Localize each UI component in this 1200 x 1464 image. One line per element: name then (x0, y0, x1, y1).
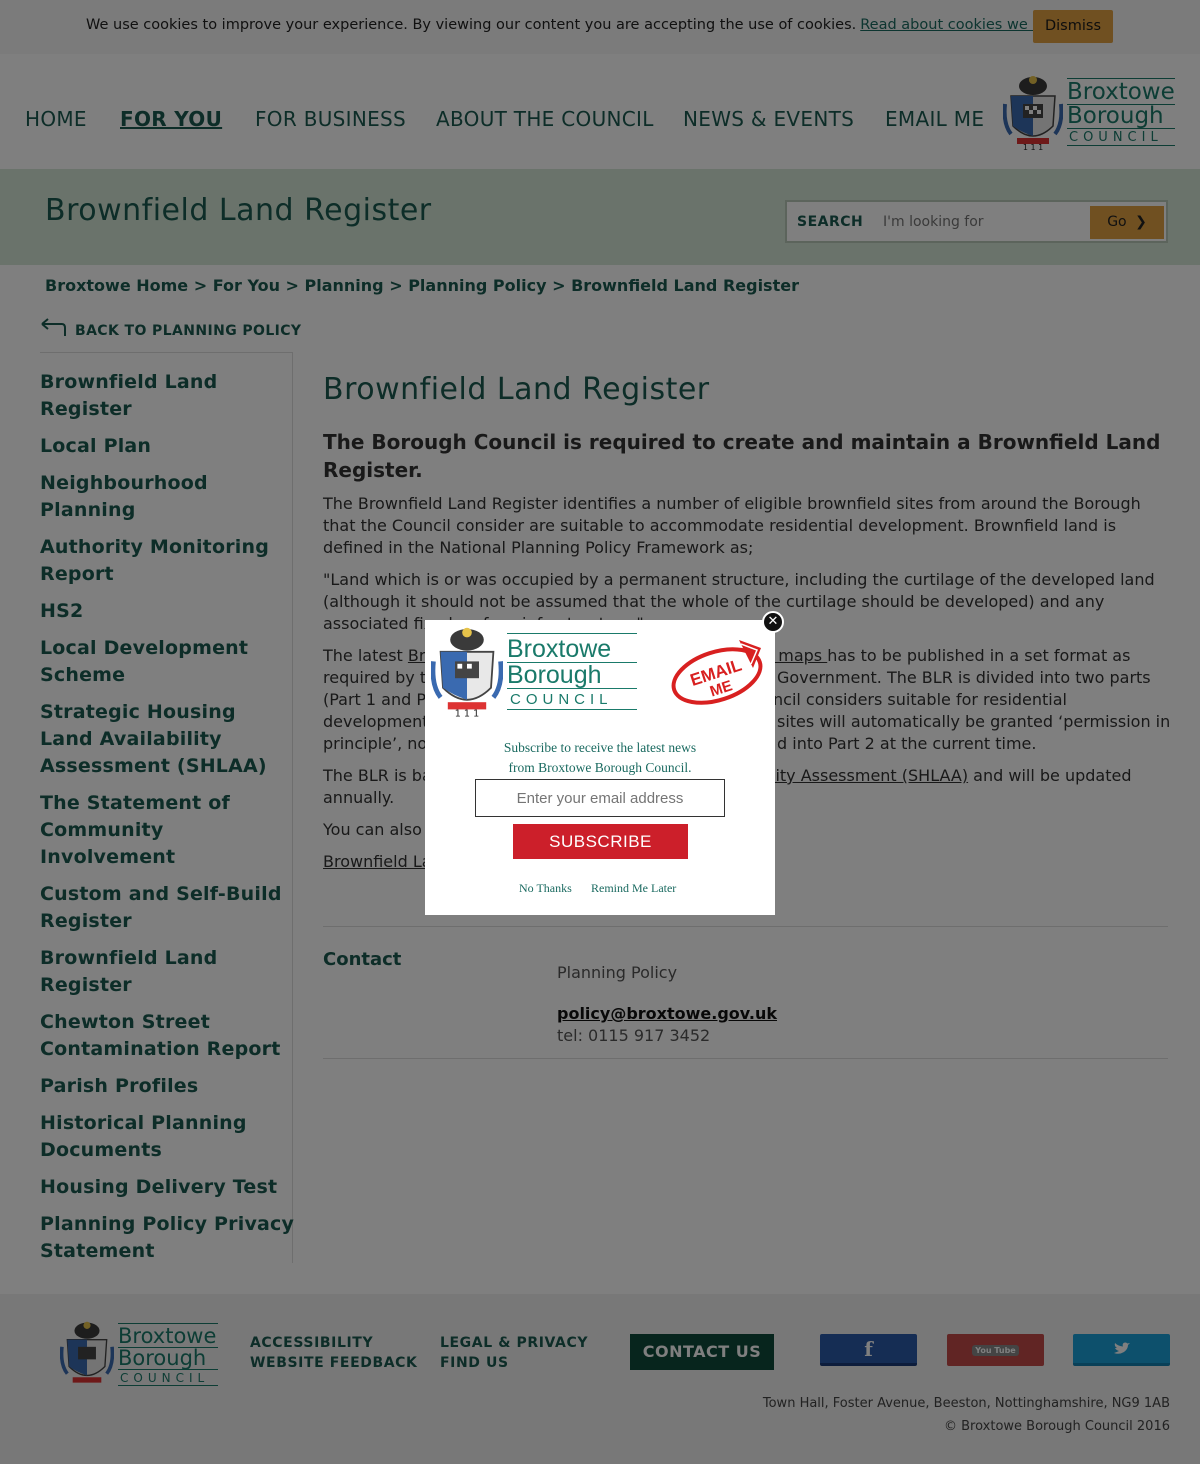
modal-logo-wordmark: Broxtowe Borough COUNCIL (507, 632, 637, 710)
logo-line-2: Borough (507, 661, 637, 688)
modal-logo: 1 1 1 Broxtowe Borough COUNCIL (431, 625, 637, 717)
crest-icon: 1 1 1 (431, 627, 503, 717)
email-subscribe-modal: 1 1 1 Broxtowe Borough COUNCIL EMAIL ME … (425, 620, 775, 915)
svg-text:1 1 1: 1 1 1 (455, 709, 479, 717)
logo-line-1: Broxtowe (507, 632, 637, 662)
modal-description: Subscribe to receive the latest news fro… (425, 738, 775, 778)
logo-line-3: COUNCIL (507, 687, 637, 710)
email-field[interactable] (475, 779, 725, 817)
modal-text-line-2: from Broxtowe Borough Council. (508, 760, 692, 775)
close-icon[interactable]: ✕ (762, 611, 784, 633)
remind-later-link[interactable]: Remind Me Later (591, 881, 676, 896)
no-thanks-link[interactable]: No Thanks (519, 881, 572, 896)
modal-text-line-1: Subscribe to receive the latest news (503, 740, 697, 755)
email-me-badge-icon: EMAIL ME (671, 640, 763, 705)
subscribe-button[interactable]: SUBSCRIBE (513, 824, 688, 859)
